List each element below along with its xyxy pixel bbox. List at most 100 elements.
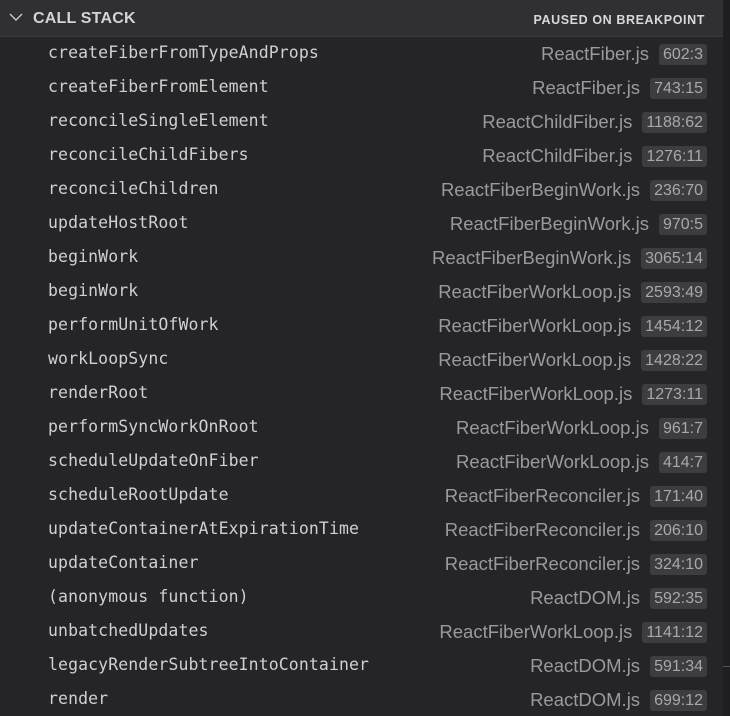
frame-file-name[interactable]: ReactFiberWorkLoop.js [439,383,632,405]
stack-frame[interactable]: render ReactDOM.js 699:12 [0,683,723,716]
line-column-badge: 970:5 [658,213,707,235]
scrollbar-marker [723,666,730,667]
frame-file-name[interactable]: ReactFiberBeginWork.js [432,247,631,269]
call-stack-panel: CALL STACK PAUSED ON BREAKPOINT createFi… [0,0,730,716]
frame-file-name[interactable]: ReactFiberBeginWork.js [450,213,649,235]
call-stack-header[interactable]: CALL STACK PAUSED ON BREAKPOINT [0,0,723,37]
stack-frame[interactable]: updateHostRoot ReactFiberBeginWork.js 970:… [0,207,723,241]
stack-frame[interactable]: createFiberFromElement ReactFiber.js 743:1… [0,71,723,105]
frame-file-name[interactable]: ReactFiberWorkLoop.js [438,315,631,337]
frame-file-name[interactable]: ReactFiberReconciler.js [445,553,640,575]
frame-source-location[interactable]: ReactFiberBeginWork.js 3065:14 [432,247,707,269]
stack-frame-list: createFiberFromTypeAndProps ReactFiber.js… [0,37,723,716]
frame-function-name: performSyncWorkOnRoot [48,417,259,436]
frame-file-name[interactable]: ReactDOM.js [530,587,640,609]
frame-file-name[interactable]: ReactFiberWorkLoop.js [439,621,632,643]
frame-function-name: workLoopSync [48,349,169,368]
line-column-badge: 2593:49 [641,281,707,303]
frame-source-location[interactable]: ReactDOM.js 591:34 [530,655,707,677]
frame-function-name: render [48,689,109,708]
frame-function-name: reconcileChildren [48,179,219,198]
line-column-badge: 206:10 [650,519,707,541]
frame-function-name: performUnitOfWork [48,315,219,334]
frame-function-name: createFiberFromElement [48,77,269,96]
frame-file-name[interactable]: ReactFiberWorkLoop.js [456,417,649,439]
frame-function-name: scheduleRootUpdate [48,485,229,504]
stack-frame[interactable]: updateContainerAtExpirationTime ReactFibe… [0,513,723,547]
line-column-badge: 1454:12 [641,315,707,337]
frame-source-location[interactable]: ReactFiberWorkLoop.js 1141:12 [439,621,707,643]
frame-function-name: unbatchedUpdates [48,621,209,640]
frame-source-location[interactable]: ReactFiberWorkLoop.js 961:7 [456,417,707,439]
stack-frame[interactable]: scheduleRootUpdate ReactFiberReconciler.j… [0,479,723,513]
line-column-badge: 171:40 [650,485,707,507]
line-column-badge: 414:7 [658,451,707,473]
line-column-badge: 236:70 [650,179,707,201]
frame-source-location[interactable]: ReactFiberReconciler.js 171:40 [445,485,707,507]
line-column-badge: 602:3 [658,43,707,65]
frame-file-name[interactable]: ReactDOM.js [530,689,640,711]
frame-function-name: (anonymous function) [48,587,249,606]
frame-file-name[interactable]: ReactFiber.js [541,43,649,65]
line-column-badge: 1273:11 [642,383,707,405]
stack-frame[interactable]: (anonymous function) ReactDOM.js 592:35 [0,581,723,615]
stack-frame[interactable]: workLoopSync ReactFiberWorkLoop.js 1428:22 [0,343,723,377]
line-column-badge: 3065:14 [641,247,707,269]
section-title: CALL STACK [33,10,136,27]
frame-source-location[interactable]: ReactFiberReconciler.js 206:10 [445,519,707,541]
stack-frame[interactable]: unbatchedUpdates ReactFiberWorkLoop.js 114… [0,615,723,649]
frame-function-name: updateHostRoot [48,213,189,232]
stack-frame[interactable]: updateContainer ReactFiberReconciler.js 32… [0,547,723,581]
frame-source-location[interactable]: ReactFiber.js 602:3 [541,43,707,65]
frame-file-name[interactable]: ReactFiberBeginWork.js [441,179,640,201]
stack-frame[interactable]: legacyRenderSubtreeIntoContainer ReactDOM… [0,649,723,683]
frame-source-location[interactable]: ReactChildFiber.js 1188:62 [482,111,707,133]
chevron-down-icon[interactable] [9,12,23,22]
frame-function-name: beginWork [48,281,139,300]
frame-source-location[interactable]: ReactFiberWorkLoop.js 1428:22 [438,349,707,371]
line-column-badge: 1188:62 [642,111,707,133]
stack-frame[interactable]: reconcileChildren ReactFiberBeginWork.js 2… [0,173,723,207]
stack-frame[interactable]: scheduleUpdateOnFiber ReactFiberWorkLoop.… [0,445,723,479]
line-column-badge: 961:7 [658,417,707,439]
frame-source-location[interactable]: ReactFiberBeginWork.js 236:70 [441,179,707,201]
frame-function-name: createFiberFromTypeAndProps [48,43,319,62]
frame-source-location[interactable]: ReactFiberBeginWork.js 970:5 [450,213,707,235]
stack-frame[interactable]: performSyncWorkOnRoot ReactFiberWorkLoop.… [0,411,723,445]
frame-file-name[interactable]: ReactFiberWorkLoop.js [456,451,649,473]
debug-status: PAUSED ON BREAKPOINT [533,13,705,27]
frame-source-location[interactable]: ReactFiberWorkLoop.js 2593:49 [438,281,707,303]
scrollbar-track[interactable] [723,0,730,716]
frame-function-name: updateContainer [48,553,199,572]
frame-source-location[interactable]: ReactFiberWorkLoop.js 1273:11 [439,383,707,405]
stack-frame[interactable]: reconcileChildFibers ReactChildFiber.js 12… [0,139,723,173]
stack-frame[interactable]: reconcileSingleElement ReactChildFiber.js… [0,105,723,139]
frame-source-location[interactable]: ReactFiberWorkLoop.js 1454:12 [438,315,707,337]
frame-source-location[interactable]: ReactDOM.js 592:35 [530,587,707,609]
frame-file-name[interactable]: ReactFiberWorkLoop.js [438,281,631,303]
stack-frame[interactable]: createFiberFromTypeAndProps ReactFiber.js… [0,37,723,71]
frame-source-location[interactable]: ReactFiberWorkLoop.js 414:7 [456,451,707,473]
frame-file-name[interactable]: ReactChildFiber.js [482,111,632,133]
frame-source-location[interactable]: ReactFiber.js 743:15 [532,77,707,99]
frame-source-location[interactable]: ReactDOM.js 699:12 [530,689,707,711]
frame-file-name[interactable]: ReactDOM.js [530,655,640,677]
line-column-badge: 592:35 [650,587,707,609]
stack-frame[interactable]: beginWork ReactFiberBeginWork.js 3065:14 [0,241,723,275]
frame-file-name[interactable]: ReactFiberReconciler.js [445,485,640,507]
frame-function-name: renderRoot [48,383,149,402]
frame-file-name[interactable]: ReactChildFiber.js [482,145,632,167]
line-column-badge: 1276:11 [642,145,707,167]
stack-frame[interactable]: beginWork ReactFiberWorkLoop.js 2593:49 [0,275,723,309]
frame-file-name[interactable]: ReactFiberWorkLoop.js [438,349,631,371]
frame-file-name[interactable]: ReactFiberReconciler.js [445,519,640,541]
frame-function-name: reconcileChildFibers [48,145,249,164]
stack-frame[interactable]: renderRoot ReactFiberWorkLoop.js 1273:11 [0,377,723,411]
frame-source-location[interactable]: ReactChildFiber.js 1276:11 [482,145,707,167]
stack-frame[interactable]: performUnitOfWork ReactFiberWorkLoop.js 14… [0,309,723,343]
frame-file-name[interactable]: ReactFiber.js [532,77,640,99]
frame-source-location[interactable]: ReactFiberReconciler.js 324:10 [445,553,707,575]
frame-function-name: scheduleUpdateOnFiber [48,451,259,470]
line-column-badge: 1428:22 [641,349,707,371]
frame-function-name: beginWork [48,247,139,266]
